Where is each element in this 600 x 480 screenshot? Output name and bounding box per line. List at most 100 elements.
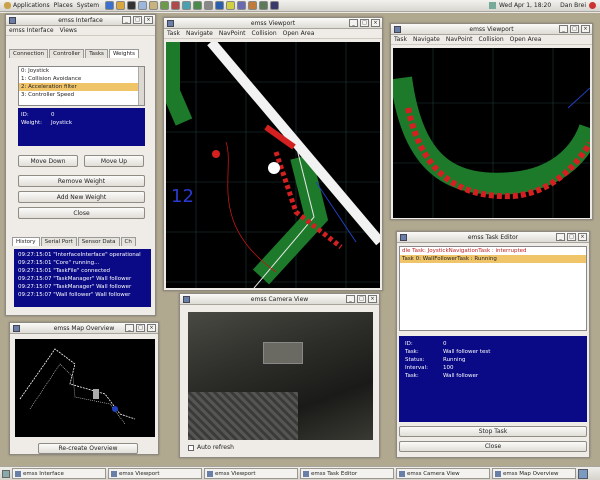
- close-button[interactable]: ×: [578, 233, 587, 241]
- web-icon[interactable]: [215, 1, 225, 10]
- minimize-button[interactable]: _: [559, 25, 568, 33]
- editor-icon[interactable]: [138, 1, 148, 10]
- menu-views[interactable]: Views: [60, 27, 77, 34]
- viewport-canvas[interactable]: [393, 48, 590, 218]
- monitor-icon[interactable]: [270, 1, 280, 10]
- title-bar[interactable]: emss Map Overview _ □ ×: [10, 323, 158, 334]
- menu-navpoint[interactable]: NavPoint: [446, 36, 473, 43]
- maximize-button[interactable]: □: [133, 16, 142, 24]
- title-bar[interactable]: emss Interface _ □ ×: [6, 15, 155, 26]
- menu-task[interactable]: Task: [394, 36, 407, 43]
- taskbar-item[interactable]: emss Viewport: [204, 468, 298, 479]
- user-name[interactable]: Dan Brei: [560, 2, 586, 9]
- tab-connection[interactable]: Connection: [9, 49, 49, 58]
- maximize-button[interactable]: □: [360, 19, 369, 27]
- menu-task[interactable]: Task: [167, 30, 180, 37]
- title-bar[interactable]: emss Viewport _ □ ×: [164, 18, 382, 29]
- places-menu[interactable]: Places: [54, 2, 73, 9]
- close-button[interactable]: Close: [399, 441, 587, 452]
- list-item[interactable]: 3: Controller Speed: [19, 91, 144, 99]
- menu-navpoint[interactable]: NavPoint: [219, 30, 246, 37]
- minimize-button[interactable]: _: [349, 19, 358, 27]
- calc-icon[interactable]: [160, 1, 170, 10]
- taskbar-item[interactable]: emss Task Editor: [300, 468, 394, 479]
- network-status-icon[interactable]: [488, 2, 496, 9]
- settings-icon[interactable]: [204, 1, 214, 10]
- music-icon[interactable]: [171, 1, 181, 10]
- disk-icon[interactable]: [259, 1, 269, 10]
- minimize-button[interactable]: _: [556, 233, 565, 241]
- network-icon[interactable]: [237, 1, 247, 10]
- close-button[interactable]: ×: [147, 324, 156, 332]
- task-row[interactable]: Task 0: WallFollowerTask : Running: [400, 255, 586, 263]
- minimize-button[interactable]: _: [125, 324, 134, 332]
- tab-serial-port[interactable]: Serial Port: [40, 237, 77, 246]
- system-menu[interactable]: System: [77, 2, 99, 9]
- menu-collision[interactable]: Collision: [479, 36, 504, 43]
- menu-emss-interface[interactable]: emss Interface: [9, 27, 54, 34]
- title-bar[interactable]: emss Camera View _ □ ×: [180, 294, 379, 305]
- checkbox-box[interactable]: [188, 444, 194, 451]
- move-up-button[interactable]: Move Up: [84, 155, 144, 167]
- window-title: emss Map Overview: [53, 324, 115, 332]
- close-button[interactable]: ×: [144, 16, 153, 24]
- minimize-button[interactable]: _: [122, 16, 131, 24]
- maximize-button[interactable]: □: [567, 233, 576, 241]
- close-button[interactable]: Close: [18, 207, 145, 219]
- maximize-button[interactable]: □: [570, 25, 579, 33]
- terminal-icon[interactable]: [127, 1, 137, 10]
- tab-sensor-data[interactable]: Sensor Data: [77, 237, 120, 246]
- maximize-button[interactable]: □: [136, 324, 145, 332]
- tab-more[interactable]: Ch: [120, 237, 136, 246]
- map-label: 12: [171, 186, 194, 207]
- title-bar[interactable]: emss Viewport _ □ ×: [391, 24, 592, 35]
- list-item[interactable]: 0: Joystick: [19, 67, 144, 75]
- move-down-button[interactable]: Move Down: [18, 155, 78, 167]
- files-icon[interactable]: [149, 1, 159, 10]
- tab-tasks[interactable]: Tasks: [85, 49, 108, 58]
- help-icon[interactable]: [226, 1, 236, 10]
- menu-collision[interactable]: Collision: [252, 30, 277, 37]
- docs-icon[interactable]: [248, 1, 258, 10]
- show-desktop-icon[interactable]: [2, 469, 10, 478]
- close-button[interactable]: ×: [581, 25, 590, 33]
- minimize-button[interactable]: _: [346, 295, 355, 303]
- close-button[interactable]: ×: [371, 19, 380, 27]
- tab-history[interactable]: History: [12, 237, 40, 246]
- photo-icon[interactable]: [182, 1, 192, 10]
- taskbar-item[interactable]: emss Map Overview: [492, 468, 576, 479]
- taskbar-item[interactable]: emss Interface: [12, 468, 106, 479]
- menu-navigate[interactable]: Navigate: [413, 36, 440, 43]
- list-item[interactable]: 2: Acceleration filter: [19, 83, 144, 91]
- recreate-overview-button[interactable]: Re-create Overview: [38, 443, 138, 454]
- browser-icon[interactable]: [105, 1, 115, 10]
- taskbar-item[interactable]: emss Camera View: [396, 468, 490, 479]
- clock[interactable]: Wed Apr 1, 18:20: [499, 2, 551, 9]
- auto-refresh-checkbox[interactable]: Auto refresh: [188, 444, 234, 451]
- info-row: Status: Running: [405, 357, 466, 363]
- task-editor-window: emss Task Editor _ □ × dle Task: JoystickN…: [396, 231, 590, 458]
- remove-weight-button[interactable]: Remove Weight: [18, 175, 145, 187]
- maximize-button[interactable]: □: [357, 295, 366, 303]
- menu-open-area[interactable]: Open Area: [283, 30, 315, 37]
- title-bar[interactable]: emss Task Editor _ □ ×: [397, 232, 589, 243]
- add-weight-button[interactable]: Add New Weight: [18, 191, 145, 203]
- scrollbar[interactable]: [138, 67, 144, 105]
- stop-task-button[interactable]: Stop Task: [399, 426, 587, 437]
- taskbar-item[interactable]: emss Viewport: [108, 468, 202, 479]
- task-header-row[interactable]: dle Task: JoystickNavigationTask : inter…: [400, 247, 586, 255]
- tab-controller[interactable]: Controller: [49, 49, 85, 58]
- workspace-switcher[interactable]: [578, 468, 588, 479]
- menu-navigate[interactable]: Navigate: [186, 30, 213, 37]
- tab-weights[interactable]: Weights: [108, 49, 139, 58]
- info-row: ID: 0: [405, 341, 447, 347]
- power-icon[interactable]: [589, 2, 596, 9]
- menu-open-area[interactable]: Open Area: [510, 36, 542, 43]
- list-item[interactable]: 1: Collision Avoidance: [19, 75, 144, 83]
- applications-menu[interactable]: Applications: [4, 2, 50, 9]
- mail-icon[interactable]: [116, 1, 126, 10]
- viewport-canvas[interactable]: 12: [166, 42, 380, 288]
- chat-icon[interactable]: [193, 1, 203, 10]
- map-canvas[interactable]: [15, 339, 155, 437]
- close-button[interactable]: ×: [368, 295, 377, 303]
